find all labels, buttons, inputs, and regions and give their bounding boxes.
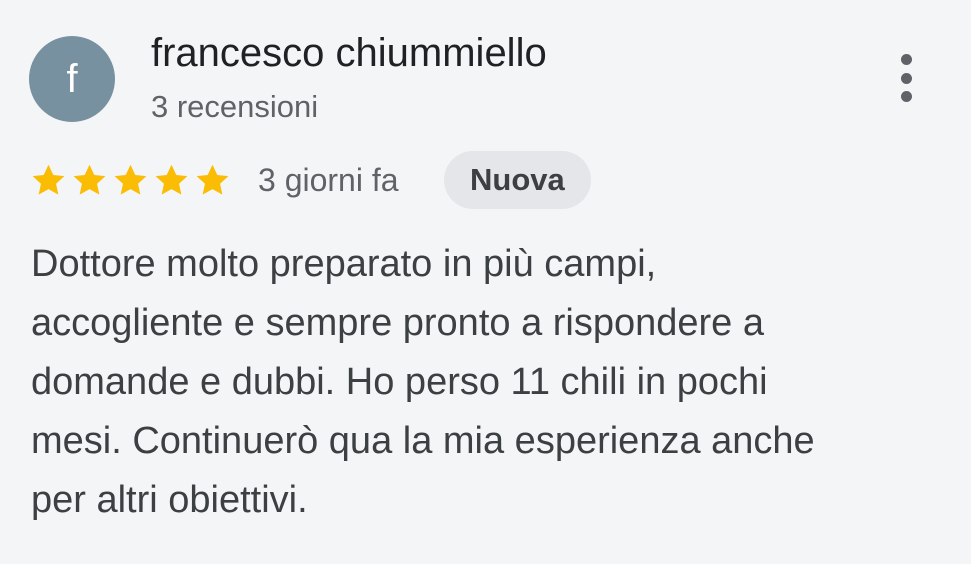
star-rating [30, 159, 235, 201]
author-name[interactable]: francesco chiummiello [151, 28, 547, 78]
avatar[interactable]: f [29, 36, 115, 122]
star-icon [114, 164, 147, 195]
star-icon [155, 164, 188, 195]
review-text: Dottore molto preparato in più campi, ac… [31, 243, 815, 521]
more-vert-icon-dot [900, 72, 912, 84]
more-vert-icon [900, 54, 912, 65]
star-icon [73, 164, 106, 195]
star-icon [196, 164, 229, 195]
review-time: 3 giorni fa [258, 162, 399, 198]
review-card: f francesco chiummiello 3 recensioni 3 g… [0, 0, 971, 564]
new-badge: Nuova [444, 151, 591, 209]
review-count: 3 recensioni [151, 89, 319, 124]
more-vert-icon-dot [900, 91, 912, 102]
more-options-button[interactable] [884, 48, 928, 108]
star-icon [32, 164, 65, 195]
